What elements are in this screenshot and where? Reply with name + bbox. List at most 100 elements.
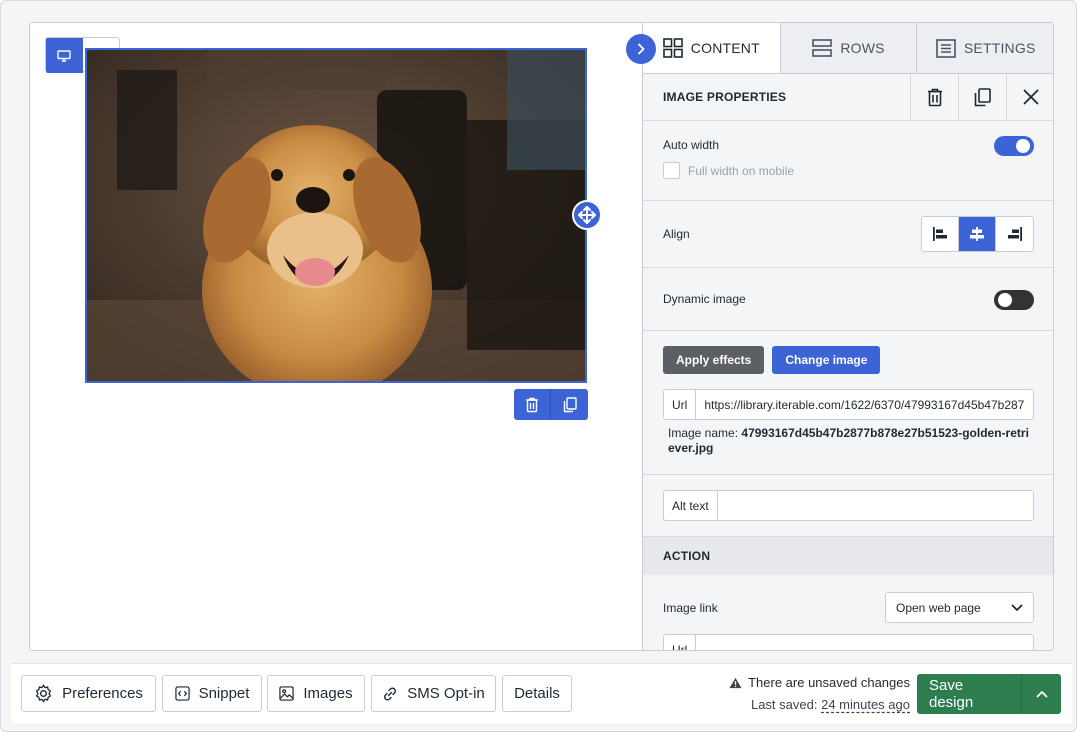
unsaved-changes-row: There are unsaved changes: [729, 675, 910, 690]
link-url-group: Url: [663, 634, 1034, 650]
image-link-select[interactable]: Open web page: [885, 592, 1034, 623]
tab-rows[interactable]: ROWS: [779, 23, 917, 73]
save-design-button[interactable]: Save design: [917, 674, 1021, 714]
image-block-actions: [514, 389, 588, 420]
collapse-panel-button[interactable]: [626, 34, 656, 64]
last-saved-time: 24 minutes ago: [821, 697, 910, 712]
duplicate-block-button[interactable]: [551, 389, 588, 420]
image-properties-title: IMAGE PROPERTIES: [663, 90, 787, 104]
align-right-button[interactable]: [996, 217, 1033, 251]
settings-list-icon: [936, 38, 956, 58]
image-properties-header: IMAGE PROPERTIES: [643, 73, 1053, 121]
grid-icon: [662, 38, 683, 58]
auto-width-label: Auto width: [663, 138, 720, 152]
apply-effects-button[interactable]: Apply effects: [663, 346, 765, 374]
trash-icon: [927, 88, 942, 106]
chevron-up-icon: [1036, 691, 1047, 698]
properties-panel: CONTENT ROWS SETTINGS IMAGE PROPERTIES A…: [642, 23, 1053, 650]
image-name-label: Image name:: [668, 426, 739, 440]
change-image-button[interactable]: Change image: [772, 346, 881, 374]
desktop-view-button[interactable]: [46, 38, 83, 73]
trash-icon: [526, 397, 538, 412]
snippet-label: Snippet: [198, 685, 250, 702]
details-label: Details: [514, 685, 560, 702]
monitor-icon: [57, 49, 71, 62]
align-section: Align: [643, 201, 1053, 268]
rows-icon: [812, 39, 833, 57]
warning-icon: [729, 677, 742, 688]
footer-toolbar: Preferences Snippet Images SMS Opt-in De…: [11, 663, 1072, 723]
save-status: There are unsaved changes Last saved: 24…: [729, 675, 910, 712]
image-link-value: Open web page: [896, 600, 981, 615]
link-url-input[interactable]: [696, 635, 1033, 650]
selected-image-block[interactable]: [85, 48, 587, 383]
dynamic-image-section: Dynamic image: [643, 268, 1053, 331]
alt-text-group: Alt text: [663, 490, 1034, 521]
align-left-icon: [933, 227, 947, 241]
last-saved-row: Last saved: 24 minutes ago: [729, 697, 910, 712]
link-icon: [384, 686, 397, 701]
tab-settings-label: SETTINGS: [963, 40, 1036, 56]
image-source-section: Apply effects Change image Url Image nam…: [643, 331, 1053, 475]
copy-icon: [974, 87, 991, 106]
image-name-text: Image name: 47993167d45b47b2877b878e27b5…: [668, 426, 1034, 456]
chevron-right-icon: [638, 43, 645, 55]
move-handle[interactable]: [572, 200, 602, 230]
alt-text-section: Alt text: [643, 475, 1053, 537]
save-button-group: Save design: [917, 674, 1061, 714]
images-label: Images: [303, 685, 353, 702]
gear-icon: [35, 684, 52, 703]
duplicate-image-button[interactable]: [958, 73, 1006, 121]
details-button[interactable]: Details: [502, 675, 572, 712]
dynamic-image-toggle[interactable]: [994, 290, 1034, 310]
last-saved-label: Last saved:: [750, 697, 818, 712]
align-right-icon: [1007, 227, 1022, 241]
preferences-button[interactable]: Preferences: [21, 675, 156, 712]
images-button[interactable]: Images: [267, 675, 365, 712]
panel-tabs: CONTENT ROWS SETTINGS: [643, 23, 1053, 74]
image-link-section: Image link Open web page Url: [643, 575, 1053, 650]
close-properties-button[interactable]: [1006, 73, 1053, 121]
copy-icon: [563, 396, 577, 412]
align-button-group: [921, 216, 1034, 252]
app-frame: CONTENT ROWS SETTINGS IMAGE PROPERTIES A…: [0, 0, 1077, 732]
tab-rows-label: ROWS: [840, 40, 885, 56]
move-icon: [578, 206, 596, 224]
image-url-group: Url: [663, 389, 1034, 420]
dynamic-image-label: Dynamic image: [663, 292, 746, 306]
align-label: Align: [663, 227, 690, 241]
action-header: ACTION: [643, 537, 1053, 575]
sms-optin-button[interactable]: SMS Opt-in: [371, 675, 496, 712]
tab-content-label: CONTENT: [690, 40, 760, 56]
image-action-buttons: Apply effects Change image: [663, 346, 881, 374]
delete-image-button[interactable]: [910, 73, 958, 121]
snippet-button[interactable]: Snippet: [162, 675, 262, 712]
align-center-icon: [970, 227, 984, 241]
auto-width-section: Auto width Full width on mobile: [643, 121, 1053, 201]
dog-photo: [87, 50, 585, 381]
auto-width-toggle[interactable]: [994, 136, 1034, 156]
preferences-label: Preferences: [62, 685, 143, 702]
link-url-label: Url: [664, 635, 697, 650]
image-link-label: Image link: [663, 601, 718, 615]
unsaved-changes-text: There are unsaved changes: [748, 675, 910, 690]
full-width-mobile-label: Full width on mobile: [688, 163, 795, 178]
close-icon: [1023, 89, 1038, 105]
delete-block-button[interactable]: [514, 389, 551, 420]
design-canvas[interactable]: [30, 23, 642, 650]
full-width-mobile-checkbox[interactable]: [663, 162, 680, 179]
image-url-input[interactable]: [696, 390, 1033, 419]
full-width-mobile-row: Full width on mobile: [663, 162, 794, 179]
code-icon: [174, 686, 190, 701]
save-options-button[interactable]: [1021, 674, 1061, 714]
image-icon: [279, 686, 295, 701]
chevron-down-icon: [1011, 604, 1023, 611]
image-url-label: Url: [664, 390, 697, 419]
tab-settings[interactable]: SETTINGS: [916, 23, 1053, 73]
tab-content[interactable]: CONTENT: [643, 23, 780, 73]
align-left-button[interactable]: [922, 217, 959, 251]
align-center-button[interactable]: [959, 217, 996, 251]
alt-text-input[interactable]: [717, 491, 1033, 520]
email-editor: CONTENT ROWS SETTINGS IMAGE PROPERTIES A…: [29, 22, 1054, 651]
sms-optin-label: SMS Opt-in: [407, 685, 485, 702]
